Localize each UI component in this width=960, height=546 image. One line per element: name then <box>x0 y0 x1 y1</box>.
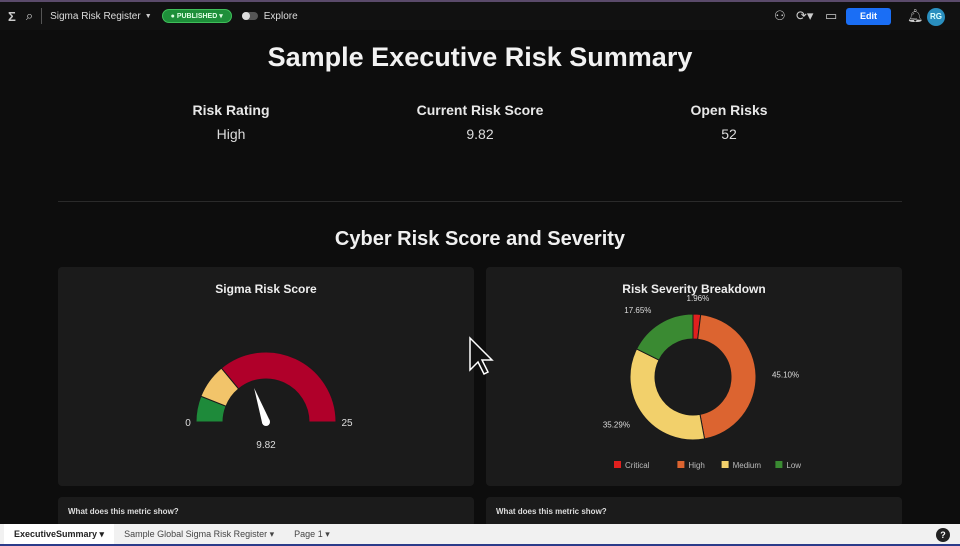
donut-data-label: 17.65% <box>624 306 651 315</box>
section-title: Cyber Risk Score and Severity <box>334 228 626 250</box>
kpi-open-risks: Open Risks 52 <box>690 102 768 142</box>
notification-bell-icon[interactable]: 🔔︎ <box>907 8 924 24</box>
divider <box>58 201 902 202</box>
metric-info-card: What does this metric show? <box>486 497 902 527</box>
donut-data-label: 45.10% <box>772 371 799 380</box>
legend-label: Low <box>786 461 801 470</box>
help-button[interactable]: ? <box>936 528 950 542</box>
legend-swatch <box>677 461 685 468</box>
metric-info-card: What does this metric show? <box>58 497 474 527</box>
tab-sample-global-risk-register[interactable]: Sample Global Sigma Risk Register ▾ <box>114 524 284 544</box>
page-tabs: ExecutiveSummary ▾ Sample Global Sigma R… <box>0 524 960 546</box>
sigma-logo-icon[interactable]: Σ <box>8 9 16 24</box>
legend-swatch <box>775 461 783 468</box>
donut-chart: 1.96% 45.10% 35.29% 17.65% Critical High Mediu… <box>603 294 801 470</box>
gauge-min-label: 0 <box>185 418 191 429</box>
donut-data-label: 1.96% <box>687 294 710 303</box>
legend-swatch <box>721 461 729 468</box>
kpi-risk-rating: Risk Rating High <box>192 102 270 142</box>
workbook-title[interactable]: Sigma Risk Register <box>50 11 141 22</box>
tab-page-1[interactable]: Page 1 ▾ <box>284 524 340 544</box>
legend-label: Critical <box>625 461 650 470</box>
gauge-max-label: 25 <box>341 418 353 429</box>
explore-label: Explore <box>263 10 298 22</box>
mouse-cursor-icon <box>469 336 494 376</box>
gauge-chart: 0 25 9.82 <box>185 351 353 451</box>
donut-data-label: 35.29% <box>603 421 630 430</box>
donut-slice-medium <box>629 348 706 441</box>
gauge-value-label: 9.82 <box>256 440 276 451</box>
avatar[interactable]: RG <box>927 8 945 26</box>
legend-label: High <box>688 461 704 470</box>
legend-label: Medium <box>733 461 762 470</box>
donut-card: Risk Severity Breakdown 1.96% 45.10% 35.29… <box>486 267 902 486</box>
gauge-needle-hub <box>262 418 270 426</box>
status-badge[interactable]: ● PUBLISHED ▾ <box>161 9 232 23</box>
page-title: Sample Executive Risk Summary <box>267 42 693 72</box>
donut-slice-high <box>697 313 757 440</box>
gauge-needle <box>254 388 270 424</box>
edit-button[interactable]: Edit <box>846 8 891 25</box>
explore-toggle[interactable] <box>241 12 258 20</box>
donut-slice-low <box>635 313 694 361</box>
tab-executive-summary[interactable]: ExecutiveSummary ▾ <box>4 524 115 544</box>
add-user-icon[interactable]: ⚇ <box>774 8 786 24</box>
top-bar: Σ ⌕ Sigma Risk Register ▼ ● PUBLISHED ▾ … <box>0 0 960 30</box>
sync-icon[interactable]: ⟳▾ <box>796 8 813 24</box>
kpi-current-risk-score: Current Risk Score 9.82 <box>416 102 544 142</box>
search-icon[interactable]: ⌕ <box>26 8 33 24</box>
comment-icon[interactable]: ▭ <box>825 8 837 24</box>
legend-swatch <box>614 461 621 468</box>
gauge-band <box>220 351 337 423</box>
chevron-down-icon[interactable]: ▼ <box>145 13 152 20</box>
gauge-card: Sigma Risk Score 0 25 9.82 <box>58 267 474 486</box>
